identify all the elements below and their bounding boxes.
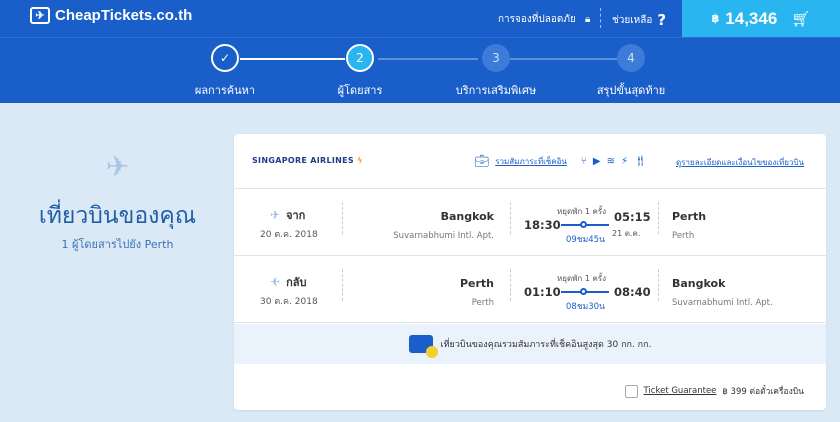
divider: [510, 269, 511, 301]
stop-dot: [580, 288, 587, 295]
airline-logo: SINGAPORE AIRLINES ϟ: [252, 156, 363, 165]
origin-airport: Suvarnabhumi Intl. Apt.: [393, 231, 494, 241]
baggage-link[interactable]: รวมสัมภาระที่เช็คอิน: [495, 155, 567, 168]
cart-icon: 🛒︎: [791, 9, 811, 28]
step-label: ผู้โดยสาร: [337, 84, 383, 97]
direction-label: จาก: [286, 209, 306, 222]
plane-return-icon: ✈: [270, 275, 281, 289]
baggage-note: เที่ยวบินของคุณรวมสัมภาระที่เช็คอินสูงสุ…: [440, 340, 652, 350]
destination-airport: Perth: [672, 231, 695, 241]
wifi-icon: ≋: [606, 155, 615, 167]
site-logo[interactable]: ✈ CheapTickets.co.th: [30, 7, 192, 24]
depart-time: 18:30: [524, 218, 561, 232]
summary-subtitle: 1 ผู้โดยสารไปยัง Perth: [61, 238, 174, 251]
leg-direction: ✈ กลับ: [270, 273, 306, 291]
flight-leg-return[interactable]: ✈ กลับ 30 ต.ค. 2018 Perth Perth 01:10 หย…: [234, 257, 826, 323]
bird-icon: ϟ: [357, 156, 363, 165]
logo-text: CheapTickets.co.th: [55, 7, 193, 24]
duration: 08ชม30น: [566, 302, 605, 312]
top-bar: ✈ CheapTickets.co.th การจองที่ปลอดภัย 🔒︎…: [0, 0, 840, 37]
step-label: สรุปขั้นสุดท้าย: [596, 84, 666, 97]
suitcase-icon: [408, 335, 438, 358]
step-passengers: 2 ผู้โดยสาร: [300, 44, 420, 99]
stops-info: หยุดพัก 1 ครั้ง: [557, 274, 607, 283]
progress-steps: ✓ ผลการค้นหา 2 ผู้โดยสาร 3 บริการเสริมพิ…: [0, 37, 840, 103]
safe-booking-label: การจองที่ปลอดภัย: [498, 14, 576, 25]
leg-date: 30 ต.ค. 2018: [260, 297, 318, 307]
summary-title: เที่ยวบินของคุณ: [38, 203, 197, 229]
safe-booking-link[interactable]: การจองที่ปลอดภัย 🔒︎: [498, 12, 590, 27]
step-number: 4: [617, 44, 645, 72]
flight-leg-outbound[interactable]: ✈ จาก 20 ต.ค. 2018 Bangkok Suvarnabhumi …: [234, 190, 826, 256]
destination-airport: Suvarnabhumi Intl. Apt.: [672, 298, 773, 308]
depart-time: 01:10: [524, 285, 561, 299]
step-label: บริการเสริมพิเศษ: [455, 84, 537, 97]
origin-airport: Perth: [471, 298, 494, 308]
flight-card-header: SINGAPORE AIRLINES ϟ 💼︎ รวมสัมภาระที่เช็…: [234, 134, 826, 189]
step-extras: 3 บริการเสริมพิเศษ: [436, 44, 556, 99]
leg-date: 20 ต.ค. 2018: [260, 230, 318, 240]
nav-divider: [600, 8, 601, 28]
direction-label: กลับ: [286, 276, 307, 289]
power-icon: ⚡︎: [620, 155, 628, 167]
seat-icon: ⑂: [580, 155, 587, 167]
total-price: 14,346: [725, 8, 778, 28]
stop-dot: [580, 221, 587, 228]
origin-city: Bangkok: [440, 210, 494, 223]
help-label: ช่วยเหลือ: [612, 14, 653, 26]
cart-price-button[interactable]: ฿ 14,346 🛒︎: [682, 0, 840, 37]
divider: [342, 269, 343, 301]
plane-logo-icon: ✈: [30, 7, 50, 24]
divider: [510, 202, 511, 234]
flight-card: SINGAPORE AIRLINES ϟ 💼︎ รวมสัมภาระที่เช็…: [234, 134, 826, 410]
check-icon: ✓: [211, 44, 239, 72]
guarantee-price: ฿ 399 ต่อตั๋วเครื่องบิน: [722, 387, 804, 397]
duration: 09ชม45น: [566, 235, 605, 245]
divider: [658, 202, 659, 234]
step-number: 2: [346, 44, 374, 72]
ticket-guarantee-checkbox[interactable]: [624, 384, 638, 398]
airline-name: SINGAPORE AIRLINES: [252, 156, 354, 165]
arrive-time: 08:40: [614, 285, 651, 299]
baggage-info-row: เที่ยวบินของคุณรวมสัมภาระที่เช็คอินสูงสุ…: [234, 324, 826, 364]
next-day-date: 21 ต.ค.: [612, 229, 641, 238]
arrive-time: 05:15: [614, 210, 651, 224]
divider: [342, 202, 343, 234]
plane-icon: ✈: [105, 150, 130, 183]
plane-depart-icon: ✈: [270, 208, 281, 222]
currency-symbol: ฿: [711, 12, 720, 25]
amenities: 💼︎ รวมสัมภาระที่เช็คอิน ⑂ ▶ ≋ ⚡︎ 🍴︎: [474, 154, 647, 168]
question-icon: ?: [657, 11, 667, 29]
entertainment-icon: ▶: [592, 155, 601, 167]
meal-icon: 🍴︎: [634, 155, 647, 167]
trip-summary-panel: ✈ เที่ยวบินของคุณ 1 ผู้โดยสารไปยัง Perth: [30, 150, 205, 253]
leg-direction: ✈ จาก: [270, 206, 305, 224]
step-summary: 4 สรุปขั้นสุดท้าย: [571, 44, 691, 99]
briefcase-icon: 💼︎: [474, 154, 490, 168]
ticket-guarantee: Ticket Guarantee ฿ 399 ต่อตั๋วเครื่องบิน: [624, 384, 804, 398]
lock-icon: 🔒︎: [585, 14, 591, 25]
step-search-results[interactable]: ✓ ผลการค้นหา: [165, 44, 285, 99]
divider: [658, 269, 659, 301]
flight-details-link[interactable]: ดูรายละเอียดและเงื่อนไขของเที่ยวบิน: [676, 156, 804, 169]
step-label: ผลการค้นหา: [194, 84, 256, 97]
destination-city: Bangkok: [672, 277, 726, 290]
origin-city: Perth: [459, 277, 494, 290]
step-number: 3: [482, 44, 510, 72]
destination-city: Perth: [672, 210, 707, 223]
help-link[interactable]: ช่วยเหลือ ?: [612, 11, 666, 29]
ticket-guarantee-link[interactable]: Ticket Guarantee: [644, 386, 717, 396]
stops-info: หยุดพัก 1 ครั้ง: [557, 207, 607, 216]
